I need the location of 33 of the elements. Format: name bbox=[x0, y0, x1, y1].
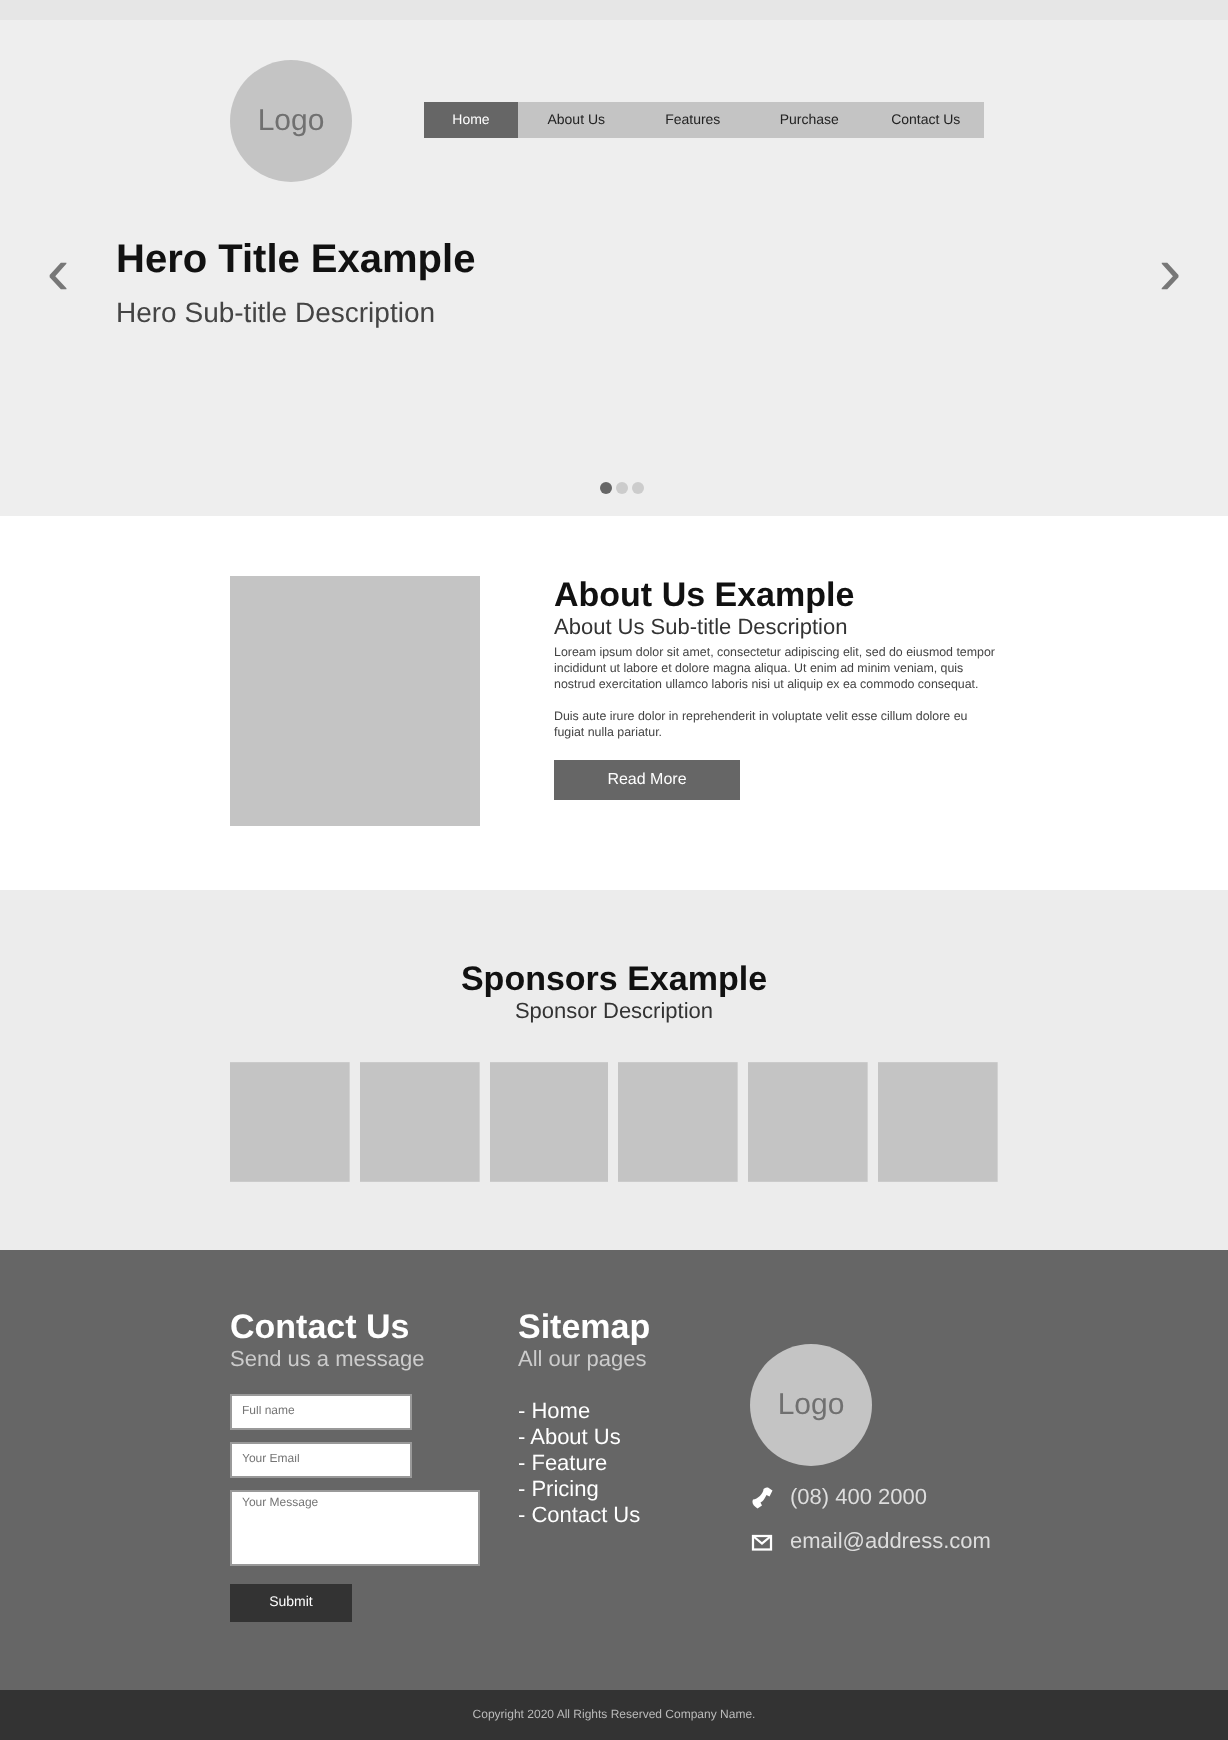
hero-subtitle: Hero Sub-title Description bbox=[116, 296, 438, 328]
contact-subtitle: Send us a message bbox=[230, 1348, 427, 1372]
sponsors-title: Sponsors Example bbox=[458, 960, 770, 1000]
contact-title: Contact Us bbox=[230, 1308, 412, 1348]
slide-dot[interactable] bbox=[600, 482, 612, 494]
phone-icon bbox=[750, 1486, 774, 1510]
sitemap-link[interactable]: - Pricing bbox=[518, 1478, 750, 1504]
sitemap-link[interactable]: - Feature bbox=[518, 1452, 750, 1478]
sitemap-title: Sitemap bbox=[518, 1308, 653, 1348]
sponsor-placeholder bbox=[748, 1062, 869, 1182]
about-subtitle: About Us Sub-title Description bbox=[554, 616, 850, 640]
phone-number: (08) 400 2000 bbox=[790, 1486, 927, 1510]
sponsor-placeholder bbox=[359, 1062, 480, 1182]
sitemap-subtitle: All our pages bbox=[518, 1348, 649, 1372]
sponsor-placeholder bbox=[878, 1062, 998, 1182]
email-icon bbox=[750, 1530, 774, 1554]
slide-dot[interactable] bbox=[632, 482, 644, 494]
hero-title: Hero Title Example bbox=[116, 238, 478, 284]
sitemap-link[interactable]: - Contact Us bbox=[518, 1504, 750, 1530]
sitemap-link[interactable]: - About Us bbox=[518, 1426, 750, 1452]
logo-text: Logo bbox=[257, 104, 325, 138]
sponsors-subtitle: Sponsor Description bbox=[512, 1000, 716, 1024]
read-more-button[interactable]: Read More bbox=[554, 759, 740, 800]
sponsor-placeholder bbox=[618, 1062, 739, 1182]
slide-dot[interactable] bbox=[616, 482, 628, 494]
logo-text: Logo bbox=[777, 1388, 845, 1422]
next-slide-button[interactable]: › bbox=[1112, 238, 1228, 306]
previous-slide-button[interactable]: ‹ bbox=[0, 238, 116, 306]
sponsor-placeholder bbox=[489, 1062, 609, 1182]
sitemap-link[interactable]: - Home bbox=[518, 1400, 750, 1426]
email-address: email@address.com bbox=[790, 1530, 991, 1554]
sponsor-placeholder bbox=[230, 1062, 350, 1182]
about-title: About Us Example bbox=[554, 576, 857, 616]
